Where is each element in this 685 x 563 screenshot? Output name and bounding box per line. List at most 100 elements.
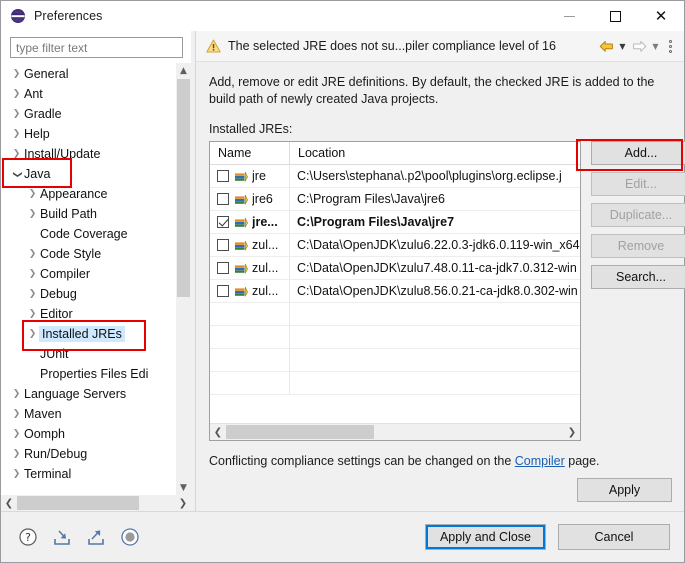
add-button[interactable]: Add... <box>591 141 685 165</box>
sidebar-item-gradle[interactable]: ❯ Gradle <box>1 104 176 124</box>
jre-checkbox[interactable] <box>217 239 229 251</box>
table-horizontal-scrollbar[interactable]: ❮ ❯ <box>210 423 580 440</box>
chevron-right-icon[interactable]: ❯ <box>9 109 24 119</box>
chevron-right-icon[interactable]: ❯ <box>9 89 24 99</box>
export-icon[interactable] <box>85 526 107 548</box>
table-row[interactable]: jre C:\Users\stephana\.p2\pool\plugins\or… <box>210 165 580 188</box>
chevron-right-icon[interactable]: ❯ <box>9 409 24 419</box>
chevron-right-icon[interactable]: ❯ <box>25 209 40 219</box>
sidebar-item-terminal[interactable]: ❯ Terminal <box>1 464 176 484</box>
back-arrow-icon[interactable] <box>596 36 616 56</box>
table-row-empty[interactable] <box>210 303 580 326</box>
footer-icons: ? <box>17 526 141 548</box>
sidebar-item-label: Maven <box>24 407 62 421</box>
table-scroll-right-icon[interactable]: ❯ <box>564 427 580 438</box>
search-button[interactable]: Search... <box>591 265 685 289</box>
table-row[interactable]: zul... C:\Data\OpenJDK\zulu6.22.0.3-jdk6.… <box>210 234 580 257</box>
chevron-right-icon[interactable]: ❯ <box>9 429 24 439</box>
sidebar-item-editor[interactable]: ❯ Editor <box>1 304 176 324</box>
chevron-right-icon[interactable]: ❯ <box>9 389 24 399</box>
tree-hscroll-thumb[interactable] <box>17 496 139 510</box>
minimize-button[interactable] <box>546 1 592 31</box>
table-row-empty[interactable] <box>210 349 580 372</box>
sidebar-item-properties-files-edi[interactable]: Properties Files Edi <box>1 364 176 384</box>
back-dropdown-icon[interactable]: ▼ <box>616 36 629 56</box>
tree-scroll-thumb[interactable] <box>177 79 190 297</box>
forward-dropdown-icon[interactable]: ▼ <box>649 36 662 56</box>
jre-location: C:\Data\OpenJDK\zulu6.22.0.3-jdk6.0.119-… <box>297 238 580 252</box>
sidebar-item-compiler[interactable]: ❯ Compiler <box>1 264 176 284</box>
chevron-right-icon[interactable]: ❯ <box>25 329 40 339</box>
table-row-empty[interactable] <box>210 326 580 349</box>
sidebar-item-run-debug[interactable]: ❯ Run/Debug <box>1 444 176 464</box>
sidebar-item-junit[interactable]: JUnit <box>1 344 176 364</box>
sidebar-item-code-style[interactable]: ❯ Code Style <box>1 244 176 264</box>
chevron-right-icon[interactable]: ❯ <box>9 469 24 479</box>
maximize-button[interactable] <box>592 1 638 31</box>
jre-location: C:\Program Files\Java\jre6 <box>297 192 445 206</box>
jre-checkbox[interactable] <box>217 262 229 274</box>
tree-horizontal-scrollbar[interactable]: ❮ ❯ <box>1 495 191 511</box>
compiler-link[interactable]: Compiler <box>515 454 565 468</box>
chevron-right-icon[interactable]: ❯ <box>25 189 40 199</box>
chevron-right-icon[interactable]: ❯ <box>9 129 24 139</box>
scroll-right-icon[interactable]: ❯ <box>175 498 191 509</box>
table-hscroll-thumb[interactable] <box>226 425 374 439</box>
scroll-down-icon[interactable]: ▼ <box>176 480 191 495</box>
sidebar-item-language-servers[interactable]: ❯ Language Servers <box>1 384 176 404</box>
table-row-empty[interactable] <box>210 372 580 395</box>
jre-checkbox[interactable] <box>217 193 229 205</box>
sidebar-item-java[interactable]: ❯ Java <box>1 164 176 184</box>
sidebar-item-oomph[interactable]: ❯ Oomph <box>1 424 176 444</box>
chevron-right-icon[interactable]: ❯ <box>25 309 40 319</box>
column-header-name[interactable]: Name <box>210 142 290 164</box>
table-row[interactable]: jre... C:\Program Files\Java\jre7 <box>210 211 580 234</box>
apply-button[interactable]: Apply <box>577 478 672 502</box>
chevron-right-icon[interactable]: ❯ <box>25 269 40 279</box>
column-header-location[interactable]: Location <box>290 142 580 164</box>
sidebar-item-appearance[interactable]: ❯ Appearance <box>1 184 176 204</box>
view-menu-icon[interactable] <box>662 36 678 56</box>
jre-checkbox[interactable] <box>217 216 229 228</box>
warning-message: The selected JRE does not su...piler com… <box>228 39 556 53</box>
chevron-right-icon[interactable]: ❯ <box>25 289 40 299</box>
sidebar-item-help[interactable]: ❯ Help <box>1 124 176 144</box>
window-controls: ✕ <box>546 1 684 31</box>
tree-vertical-scrollbar[interactable]: ▲ ▼ <box>176 63 191 495</box>
sidebar-item-maven[interactable]: ❯ Maven <box>1 404 176 424</box>
chevron-right-icon[interactable]: ❯ <box>9 149 24 159</box>
scroll-left-icon[interactable]: ❮ <box>1 498 17 509</box>
preferences-tree[interactable]: ❯ General ❯ Ant ❯ Gradle ❯ Help ❯ Install/Update ❯… <box>1 63 176 495</box>
jre-checkbox[interactable] <box>217 285 229 297</box>
apply-and-close-button[interactable]: Apply and Close <box>424 524 546 550</box>
forward-arrow-icon[interactable] <box>629 36 649 56</box>
search-input[interactable] <box>10 37 183 58</box>
sidebar-item-debug[interactable]: ❯ Debug <box>1 284 176 304</box>
jre-name: zul... <box>252 238 279 252</box>
sidebar-item-general[interactable]: ❯ General <box>1 64 176 84</box>
sidebar-item-label: Build Path <box>40 207 97 221</box>
sidebar-item-installed-jres[interactable]: ❯ Installed JREs <box>1 324 176 344</box>
installed-jres-table[interactable]: Name Location jre C:\Users\stephana\.p2\p… <box>209 141 581 441</box>
sidebar-item-code-coverage[interactable]: Code Coverage <box>1 224 176 244</box>
close-button[interactable]: ✕ <box>638 1 684 31</box>
chevron-down-icon[interactable]: ❯ <box>12 167 22 182</box>
table-row[interactable]: jre6 C:\Program Files\Java\jre6 <box>210 188 580 211</box>
cancel-button[interactable]: Cancel <box>558 524 670 550</box>
table-row[interactable]: zul... C:\Data\OpenJDK\zulu7.48.0.11-ca-j… <box>210 257 580 280</box>
restore-defaults-icon[interactable] <box>119 526 141 548</box>
chevron-right-icon[interactable]: ❯ <box>9 69 24 79</box>
jre-checkbox[interactable] <box>217 170 229 182</box>
sidebar-item-install-update[interactable]: ❯ Install/Update <box>1 144 176 164</box>
scroll-up-icon[interactable]: ▲ <box>176 63 191 78</box>
help-icon[interactable]: ? <box>17 526 39 548</box>
import-icon[interactable] <box>51 526 73 548</box>
sidebar-item-build-path[interactable]: ❯ Build Path <box>1 204 176 224</box>
sidebar-item-ant[interactable]: ❯ Ant <box>1 84 176 104</box>
chevron-right-icon[interactable]: ❯ <box>9 449 24 459</box>
chevron-right-icon[interactable]: ❯ <box>25 249 40 259</box>
table-body[interactable]: jre C:\Users\stephana\.p2\pool\plugins\or… <box>210 165 580 423</box>
jre-icon <box>234 216 249 229</box>
table-row[interactable]: zul... C:\Data\OpenJDK\zulu8.56.0.21-ca-j… <box>210 280 580 303</box>
table-scroll-left-icon[interactable]: ❮ <box>210 427 226 438</box>
